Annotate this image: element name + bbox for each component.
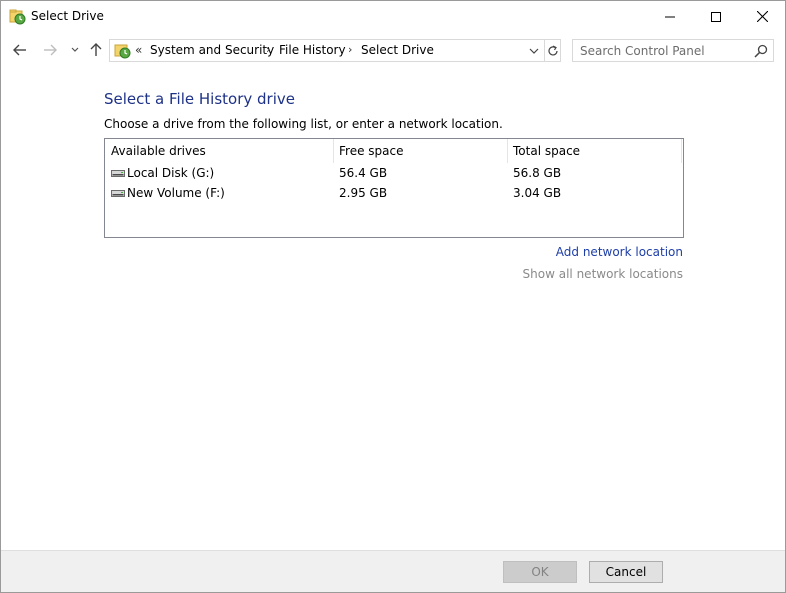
drive-icon — [111, 170, 125, 177]
breadcrumb-file-history[interactable]: File History — [279, 43, 346, 57]
breadcrumb-separator[interactable]: › — [348, 43, 352, 56]
table-row[interactable]: Local Disk (G:) 56.4 GB 56.8 GB — [105, 163, 683, 183]
table-row[interactable]: New Volume (F:) 2.95 GB 3.04 GB — [105, 183, 683, 203]
drive-total-space: 3.04 GB — [513, 186, 562, 200]
search-box — [572, 39, 774, 62]
column-header-free-space[interactable]: Free space — [333, 139, 507, 163]
drive-icon — [111, 190, 125, 197]
breadcrumb-system-and-security[interactable]: System and Security — [150, 43, 274, 57]
arrow-up-icon — [90, 43, 102, 56]
arrow-left-icon — [13, 44, 26, 56]
recent-locations-button[interactable] — [65, 39, 85, 61]
search-icon[interactable] — [753, 43, 769, 59]
up-button[interactable] — [86, 39, 106, 61]
address-bar[interactable]: « System and Security › File History › S… — [109, 39, 561, 62]
drive-free-space: 56.4 GB — [339, 166, 388, 180]
close-icon — [756, 11, 768, 22]
column-divider[interactable] — [681, 139, 682, 163]
chevron-down-icon — [71, 47, 79, 52]
breadcrumb-separator[interactable]: › — [266, 43, 270, 56]
window-title: Select Drive — [31, 9, 104, 23]
show-all-network-locations-link[interactable]: Show all network locations — [523, 267, 683, 281]
drive-total-space: 56.8 GB — [513, 166, 562, 180]
column-header-total-space[interactable]: Total space — [507, 139, 681, 163]
drive-list[interactable]: Available drives Free space Total space … — [104, 138, 684, 238]
minimize-icon — [665, 16, 675, 17]
instruction-text: Choose a drive from the following list, … — [104, 117, 503, 131]
refresh-icon — [548, 44, 558, 55]
cancel-button[interactable]: Cancel — [589, 561, 663, 583]
maximize-button[interactable] — [693, 1, 739, 32]
title-bar: Select Drive — [1, 1, 785, 32]
address-dropdown-button[interactable] — [524, 40, 544, 61]
search-input[interactable] — [573, 40, 751, 61]
minimize-button[interactable] — [647, 1, 693, 32]
arrow-right-icon — [44, 44, 57, 56]
back-button[interactable] — [10, 39, 30, 61]
close-button[interactable] — [739, 1, 785, 32]
refresh-button[interactable] — [545, 40, 561, 61]
drive-name: New Volume (F:) — [127, 186, 225, 200]
page-title: Select a File History drive — [104, 90, 295, 108]
drive-free-space: 2.95 GB — [339, 186, 388, 200]
chevron-down-icon — [529, 48, 539, 54]
ok-button[interactable]: OK — [503, 561, 577, 583]
select-drive-window: Select Drive « System and Security › Fil… — [0, 0, 786, 593]
drive-name: Local Disk (G:) — [127, 166, 215, 180]
control-panel-icon — [114, 44, 131, 59]
forward-button[interactable] — [40, 39, 60, 61]
breadcrumb-select-drive[interactable]: Select Drive — [361, 43, 434, 57]
column-header-available-drives[interactable]: Available drives — [105, 139, 333, 163]
maximize-icon — [711, 11, 721, 22]
add-network-location-link[interactable]: Add network location — [556, 245, 683, 259]
file-history-icon — [9, 9, 26, 25]
breadcrumb-overflow[interactable]: « — [135, 43, 142, 57]
dialog-footer: OK Cancel — [1, 550, 785, 592]
